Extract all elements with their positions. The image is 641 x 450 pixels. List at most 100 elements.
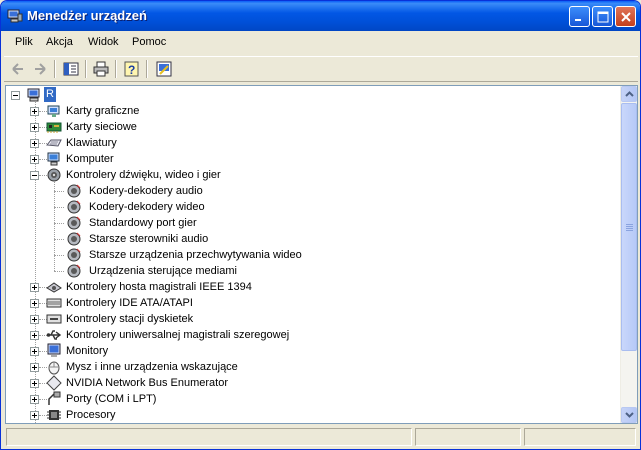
title-bar[interactable]: Menedżer urządzeń — [1, 1, 640, 31]
device-manager-icon — [7, 9, 23, 23]
scroll-grip — [626, 226, 633, 227]
ieee1394-icon — [46, 282, 62, 293]
bus-enumerator-icon — [46, 375, 62, 391]
speaker-icon — [67, 200, 81, 214]
tree-item-label: Kontrolery stacji dyskietek — [66, 313, 194, 325]
status-pane-2 — [415, 428, 521, 446]
tree-connector — [54, 255, 64, 256]
tree-item-label: Kontrolery hosta magistrali IEEE 1394 — [66, 281, 252, 293]
scroll-thumb[interactable] — [621, 103, 637, 351]
tree-item-label: Porty (COM i LPT) — [66, 393, 157, 405]
vertical-scrollbar[interactable] — [620, 86, 637, 423]
expand-toggle[interactable] — [30, 379, 39, 388]
scroll-down-button[interactable] — [621, 407, 637, 423]
scroll-grip — [626, 230, 633, 231]
minimize-button[interactable] — [569, 6, 590, 27]
speaker-icon — [67, 184, 81, 198]
chevron-down-icon — [625, 412, 634, 418]
speaker-icon — [67, 216, 81, 230]
properties-button[interactable] — [154, 60, 174, 78]
speaker-icon — [67, 248, 81, 262]
network-card-icon — [46, 122, 62, 133]
tree-item-label: Klawiatury — [66, 137, 117, 149]
tree-connector — [54, 181, 55, 271]
maximize-icon — [597, 11, 609, 23]
scroll-grip — [626, 228, 633, 229]
menu-pomoc[interactable]: Pomoc — [130, 36, 168, 48]
properties-icon — [156, 61, 172, 77]
tree-item-label: Kontrolery dźwięku, wideo i gier — [66, 169, 221, 181]
expand-toggle[interactable] — [30, 315, 39, 324]
menu-akcja[interactable]: Akcja — [44, 36, 75, 48]
toolbar-separator — [115, 60, 117, 78]
tree-item-label: Karty sieciowe — [66, 121, 137, 133]
expand-toggle[interactable] — [30, 107, 39, 116]
console-tree-icon — [63, 62, 79, 76]
mouse-icon — [48, 361, 60, 375]
expand-toggle[interactable] — [30, 331, 39, 340]
minimize-icon — [575, 19, 581, 21]
processor-icon — [47, 410, 61, 420]
expand-toggle[interactable] — [30, 363, 39, 372]
back-arrow-icon — [12, 63, 23, 75]
menu-plik[interactable]: Plik — [13, 36, 35, 48]
speaker-icon — [67, 264, 81, 278]
display-adapter-icon — [47, 105, 60, 117]
expand-toggle[interactable] — [30, 395, 39, 404]
help-button[interactable]: ? — [122, 60, 142, 78]
close-button[interactable] — [615, 6, 636, 27]
device-tree[interactable]: R Karty graficzne Karty sieciowe Klawiatury… — [5, 85, 638, 424]
status-pane-3 — [524, 428, 636, 446]
scroll-up-button[interactable] — [621, 86, 637, 102]
window-title: Menedżer urządzeń — [27, 8, 147, 23]
tree-connector — [54, 207, 64, 208]
chevron-up-icon — [625, 91, 634, 97]
tree-child-label: Starsze urządzenia przechwytywania wideo — [89, 249, 302, 261]
status-pane-main — [6, 428, 412, 446]
toolbar-separator — [54, 60, 56, 78]
tree-child-label: Urządzenia sterujące mediami — [89, 265, 237, 277]
computer-icon — [47, 152, 60, 166]
tree-connector — [54, 239, 64, 240]
expand-toggle[interactable] — [30, 155, 39, 164]
tree-connector — [54, 271, 64, 272]
expand-toggle[interactable] — [30, 139, 39, 148]
expand-toggle[interactable] — [30, 123, 39, 132]
maximize-button[interactable] — [592, 6, 613, 27]
tree-connector — [54, 191, 64, 192]
help-icon: ? — [124, 61, 139, 77]
floppy-controller-icon — [46, 314, 62, 324]
tree-item-label: Kontrolery IDE ATA/ATAPI — [66, 297, 193, 309]
toolbar: ? — [4, 56, 638, 82]
tree-child-label: Kodery-dekodery audio — [89, 185, 203, 197]
tree-root-label: R — [44, 87, 56, 102]
tree-item-label: Procesory — [66, 409, 116, 421]
tree-item-label: Monitory — [66, 345, 109, 357]
usb-icon — [46, 330, 62, 340]
expand-toggle[interactable] — [30, 283, 39, 292]
expand-toggle[interactable] — [30, 171, 39, 180]
root-collapse-toggle[interactable] — [11, 91, 20, 100]
menu-widok[interactable]: Widok — [86, 36, 121, 48]
tree-item-label: NVIDIA Network Bus Enumerator — [66, 377, 229, 389]
scroll-grip — [626, 224, 633, 225]
port-icon — [48, 391, 61, 405]
monitor-icon — [47, 343, 61, 357]
tree-child-label: Standardowy port gier — [89, 217, 197, 229]
forward-arrow-icon — [35, 63, 46, 75]
expand-toggle[interactable] — [30, 411, 39, 420]
show-hide-tree-button[interactable] — [61, 60, 81, 78]
keyboard-icon — [46, 139, 62, 147]
tree-child-label: Kodery-dekodery wideo — [89, 201, 205, 213]
back-button[interactable] — [8, 60, 28, 78]
toolbar-separator — [85, 60, 87, 78]
forward-button[interactable] — [30, 60, 50, 78]
expand-toggle[interactable] — [30, 299, 39, 308]
tree-connector — [54, 223, 64, 224]
printer-icon — [93, 61, 109, 77]
close-icon — [621, 12, 631, 22]
status-bar — [4, 426, 638, 448]
expand-toggle[interactable] — [30, 347, 39, 356]
tree-item-label: Mysz i inne urządzenia wskazujące — [66, 361, 238, 373]
print-button[interactable] — [91, 60, 111, 78]
